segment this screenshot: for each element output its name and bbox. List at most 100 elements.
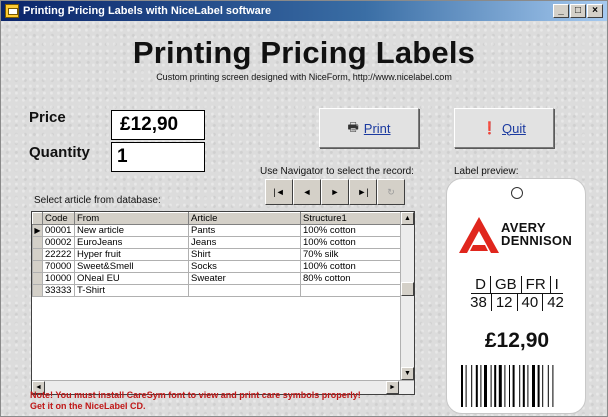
cell-from[interactable]: ONeal EU xyxy=(74,272,189,285)
barcode-bar xyxy=(475,365,478,407)
barcode-bar xyxy=(512,365,515,407)
window-title: Printing Pricing Labels with NiceLabel s… xyxy=(23,5,272,17)
scroll-up-icon[interactable]: ▲ xyxy=(401,212,414,225)
article-grid[interactable]: Code From Article Structure1 ▶ 00001 New… xyxy=(31,211,415,395)
vertical-scrollbar[interactable]: ▲ ▼ xyxy=(400,212,414,381)
cell-article[interactable]: Shirt xyxy=(188,248,301,261)
row-indicator xyxy=(32,272,43,285)
size-value: 12 xyxy=(490,294,517,311)
size-value: 38 xyxy=(470,294,487,311)
column-header-article[interactable]: Article xyxy=(188,212,301,225)
price-field[interactable]: £12,90 xyxy=(111,110,205,140)
size-table: D GB FR I 38 12 40 42 xyxy=(457,276,577,311)
cell-structure[interactable]: 100% cotton xyxy=(300,260,405,273)
barcode-bar xyxy=(527,365,529,407)
column-header-structure[interactable]: Structure1 xyxy=(300,212,405,225)
barcode xyxy=(461,365,554,407)
barcode-bar xyxy=(509,365,510,407)
cell-code[interactable]: 33333 xyxy=(42,284,75,297)
nav-refresh-button[interactable]: ↻ xyxy=(377,179,405,205)
table-row[interactable]: 10000 ONeal EU Sweater 80% cotton xyxy=(32,272,405,285)
cell-code[interactable]: 00001 xyxy=(42,224,75,237)
barcode-bar xyxy=(522,365,525,407)
print-button[interactable]: 🖶 Print xyxy=(319,108,419,148)
size-codes-row: D GB FR I xyxy=(457,276,577,294)
note-line-2: Get it on the NiceLabel CD. xyxy=(30,401,146,411)
barcode-bar xyxy=(480,365,482,407)
table-row[interactable]: 70000 Sweet&Smell Socks 100% cotton xyxy=(32,260,405,273)
table-row[interactable]: 33333 T-Shirt xyxy=(32,284,405,297)
tag-hole xyxy=(511,187,523,199)
label-preview-caption: Label preview: xyxy=(454,166,519,177)
barcode-bar xyxy=(494,365,497,407)
cell-structure[interactable] xyxy=(300,284,405,297)
cell-from[interactable]: EuroJeans xyxy=(74,236,189,249)
barcode-bar xyxy=(484,365,487,407)
cell-from[interactable]: Sweet&Smell xyxy=(74,260,189,273)
column-header-code[interactable]: Code xyxy=(42,212,75,225)
navigator-hint: Use Navigator to select the record: xyxy=(260,166,414,177)
database-label: Select article from database: xyxy=(34,195,161,206)
exclamation-icon: ❗ xyxy=(482,121,498,135)
brand-name: AVERY DENNISON xyxy=(501,221,572,247)
column-header-from[interactable]: From xyxy=(74,212,189,225)
cell-article[interactable]: Jeans xyxy=(188,236,301,249)
brand-line-2: DENNISON xyxy=(501,233,573,248)
barcode-bar xyxy=(490,365,492,407)
size-value: 42 xyxy=(542,294,568,311)
close-button[interactable]: × xyxy=(587,4,603,18)
barcode-bar xyxy=(504,365,506,407)
table-row[interactable]: 00002 EuroJeans Jeans 100% cotton xyxy=(32,236,405,249)
row-indicator xyxy=(32,248,43,261)
nav-first-button[interactable]: |◄ xyxy=(265,179,293,205)
cell-code[interactable]: 00002 xyxy=(42,236,75,249)
cell-article[interactable]: Pants xyxy=(188,224,301,237)
table-row[interactable]: ▶ 00001 New article Pants 100% cotton xyxy=(32,224,405,237)
cell-article[interactable]: Sweater xyxy=(188,272,301,285)
cell-article[interactable] xyxy=(188,284,301,297)
page-title: Printing Pricing Labels xyxy=(132,35,476,70)
cell-structure[interactable]: 70% silk xyxy=(300,248,405,261)
nav-last-button[interactable]: ►| xyxy=(349,179,377,205)
size-code: GB xyxy=(489,276,521,294)
row-indicator xyxy=(32,260,43,273)
cell-structure[interactable]: 100% cotton xyxy=(300,236,405,249)
quit-button[interactable]: ❗ Quit xyxy=(454,108,554,148)
app-icon xyxy=(5,4,19,18)
nav-next-button[interactable]: ► xyxy=(321,179,349,205)
barcode-bar xyxy=(532,365,535,407)
cell-from[interactable]: T-Shirt xyxy=(74,284,189,297)
barcode-bar xyxy=(519,365,521,407)
current-row-indicator: ▶ xyxy=(32,224,43,237)
barcode-bar xyxy=(547,365,549,407)
cell-from[interactable]: Hyper fruit xyxy=(74,248,189,261)
label-price: £12,90 xyxy=(484,329,550,352)
cell-from[interactable]: New article xyxy=(74,224,189,237)
minimize-button[interactable]: _ xyxy=(553,4,569,18)
window-controls: _ □ × xyxy=(553,4,603,18)
cell-article[interactable]: Socks xyxy=(188,260,301,273)
label-preview: AVERY DENNISON D GB FR I 38 12 40 42 £12… xyxy=(446,178,586,414)
cell-structure[interactable]: 80% cotton xyxy=(300,272,405,285)
size-code: D xyxy=(471,276,490,294)
article-table: Code From Article Structure1 ▶ 00001 New… xyxy=(32,212,405,297)
table-row[interactable]: 22222 Hyper fruit Shirt 70% silk xyxy=(32,248,405,261)
scroll-down-icon[interactable]: ▼ xyxy=(401,367,414,380)
barcode-bar xyxy=(498,365,502,407)
row-indicator xyxy=(32,236,43,249)
nav-prior-button[interactable]: ◄ xyxy=(293,179,321,205)
size-code: I xyxy=(549,276,563,294)
vertical-scroll-thumb[interactable] xyxy=(401,282,414,296)
quantity-field[interactable]: 1 xyxy=(111,142,205,172)
row-indicator-header xyxy=(32,212,43,225)
size-value: 40 xyxy=(516,294,543,311)
barcode-bar xyxy=(471,365,473,407)
cell-code[interactable]: 10000 xyxy=(42,272,75,285)
cell-code[interactable]: 22222 xyxy=(42,248,75,261)
title-bar[interactable]: Printing Pricing Labels with NiceLabel s… xyxy=(1,1,607,21)
cell-structure[interactable]: 100% cotton xyxy=(300,224,405,237)
barcode-bar xyxy=(461,365,463,407)
maximize-button[interactable]: □ xyxy=(570,4,586,18)
cell-code[interactable]: 70000 xyxy=(42,260,75,273)
app-window: Printing Pricing Labels with NiceLabel s… xyxy=(0,0,608,417)
